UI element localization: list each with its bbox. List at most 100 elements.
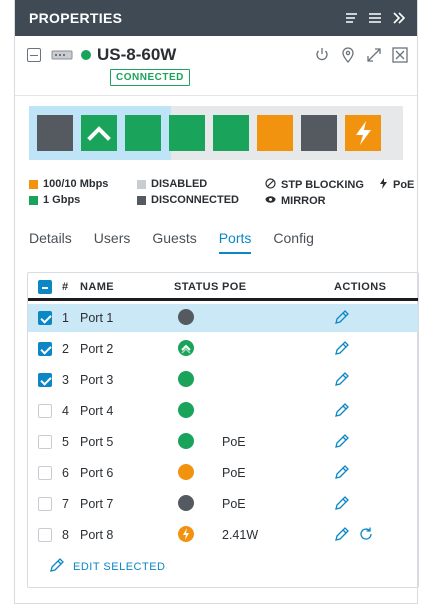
orange-swatch [29,179,38,189]
legend-poe: PoE [379,178,414,192]
port-number: 8 [62,528,69,542]
legend-label: 100/10 Mbps [43,178,109,190]
row-checkbox[interactable] [38,404,52,418]
row-checkbox[interactable] [38,435,52,449]
row-checkbox[interactable] [38,373,52,387]
poe-active-icon [178,526,194,542]
collapse-panel-icon[interactable] [391,10,407,26]
port-number: 6 [62,466,69,480]
port-name: Port 2 [80,342,114,356]
switch-device-icon [51,49,73,61]
port-tile-5[interactable] [213,115,249,151]
select-all-checkbox[interactable] [38,280,52,294]
legend-label: MIRROR [281,195,326,207]
port-number: 2 [62,342,69,356]
legend-mirror: MIRROR [265,194,326,208]
legend-100mbps: 100/10 Mbps [29,178,108,190]
edit-port-icon[interactable] [334,433,350,449]
properties-panel: PROPERTIES US-8-60W CONNECTED 100/10 Mbp… [14,0,419,604]
edit-selected-label: EDIT SELECTED [73,560,166,573]
collapse-toggle[interactable] [27,48,41,62]
panel-title: PROPERTIES [29,10,123,26]
port-tile-6[interactable] [257,115,293,151]
table-row[interactable]: 4 Port 4 [28,397,418,425]
row-checkbox[interactable] [38,528,52,542]
row-checkbox[interactable] [38,466,52,480]
legend-label: PoE [393,179,415,191]
device-name: US-8-60W [97,45,177,64]
status-100mbps-dot [178,464,194,480]
port-name: Port 6 [80,466,114,480]
header-name[interactable]: NAME [80,281,114,293]
edit-selected-button[interactable]: EDIT SELECTED [49,557,166,576]
edit-port-icon[interactable] [334,371,350,387]
legend-disconnected: DISCONNECTED [137,194,239,206]
table-row[interactable]: 7 Port 7 PoE [28,490,418,518]
expand-icon[interactable] [365,46,383,64]
poe-value: PoE [222,435,246,449]
port-name: Port 5 [80,435,114,449]
restart-icon[interactable] [313,46,331,64]
header-actions: ACTIONS [334,281,387,293]
port-tile-7[interactable] [301,115,337,151]
edit-port-icon[interactable] [334,340,350,356]
port-name: Port 7 [80,497,114,511]
poe-value: PoE [222,466,246,480]
filter-icon[interactable] [343,10,359,26]
port-tile-4[interactable] [169,115,205,151]
port-name: Port 1 [80,311,114,325]
header-num: # [62,281,69,293]
port-number: 5 [62,435,69,449]
disconnected-swatch [137,195,146,205]
edit-port-icon[interactable] [334,309,350,325]
row-checkbox[interactable] [38,342,52,356]
edit-port-icon[interactable] [334,464,350,480]
green-swatch [29,195,38,205]
tab-guests[interactable]: Guests [152,230,196,254]
tab-ports[interactable]: Ports [218,230,252,254]
edit-port-icon[interactable] [334,402,350,418]
tab-users[interactable]: Users [94,230,131,254]
legend-label: 1 Gbps [43,194,81,206]
status-connected-dot [178,433,194,449]
port-tile-2[interactable] [81,115,117,151]
header-status[interactable]: STATUS [174,281,219,293]
poe-bolt-icon [379,178,388,192]
edit-port-icon[interactable] [334,495,350,511]
power-cycle-icon[interactable] [358,526,374,542]
tab-details[interactable]: Details [29,230,72,254]
status-connected-dot [178,402,194,418]
poe-value: 2.41W [222,528,259,542]
port-name: Port 4 [80,404,114,418]
device-status-dot [81,50,91,60]
legend-label: DISABLED [151,178,208,190]
mirror-icon [265,194,276,208]
table-row[interactable]: 2 Port 2 [28,335,418,363]
legend-disabled: DISABLED [137,178,207,190]
table-row[interactable]: 1 Port 1 [28,304,418,332]
disabled-swatch [137,179,146,189]
menu-icon[interactable] [367,10,383,26]
status-disconnected-dot [178,495,194,511]
edit-port-icon[interactable] [334,526,350,542]
poe-bolt-icon [356,121,371,145]
tab-config[interactable]: Config [273,230,313,254]
port-number: 3 [62,373,69,387]
port-tile-1[interactable] [37,115,73,151]
poe-value: PoE [222,497,246,511]
row-checkbox[interactable] [38,497,52,511]
locate-icon[interactable] [339,46,357,64]
port-name: Port 3 [80,373,114,387]
table-row[interactable]: 6 Port 6 PoE [28,459,418,487]
table-row[interactable]: 8 Port 8 2.41W [28,521,418,549]
header-poe[interactable]: POE [222,281,246,293]
close-icon[interactable] [391,46,409,64]
row-checkbox[interactable] [38,311,52,325]
port-tile-3[interactable] [125,115,161,151]
port-tile-8[interactable] [345,115,381,151]
ports-table: # NAME STATUS POE ACTIONS 1 Port 1 2 Port 2… [27,272,419,588]
legend-stp: STP BLOCKING [265,178,364,192]
table-row[interactable]: 5 Port 5 PoE [28,428,418,456]
status-disconnected-dot [178,309,194,325]
table-row[interactable]: 3 Port 3 [28,366,418,394]
